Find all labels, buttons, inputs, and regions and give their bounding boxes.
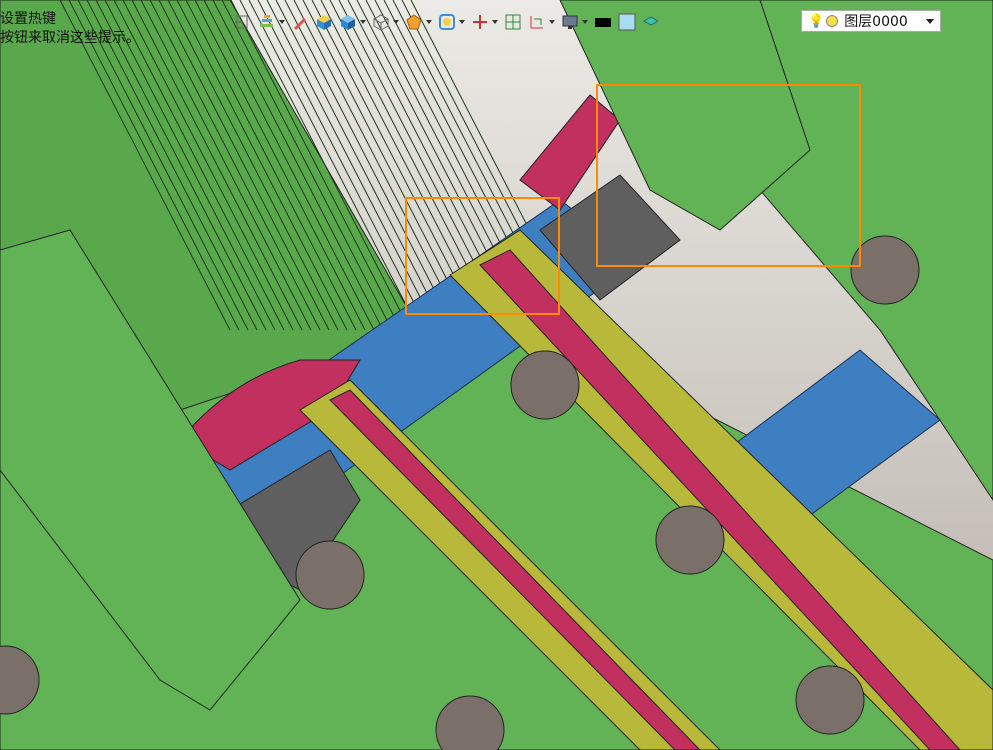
chevron-down-icon[interactable] [926, 19, 934, 24]
layer-stack-icon [260, 15, 273, 27]
toolbar-button-layer-stack[interactable] [256, 10, 287, 34]
mounting-hole[interactable] [510, 350, 580, 420]
hint-line: 按钮来取消这些提示。 [0, 30, 140, 46]
main-toolbar [232, 8, 662, 36]
chevron-down-icon[interactable] [279, 20, 285, 24]
hint-text: 设置热键 按钮来取消这些提示。 [0, 10, 140, 48]
toolbar-button-wireframe-cube[interactable] [370, 10, 401, 34]
shaded-cube-icon [317, 15, 331, 30]
toolbar-button-axis[interactable] [469, 10, 500, 34]
toolbar-button-shaded-cube[interactable] [313, 10, 335, 34]
lightbulb-icon[interactable]: 💡 [808, 14, 824, 29]
toolbar-button-view-target[interactable] [436, 10, 467, 34]
monitor-icon [562, 15, 578, 29]
color-lightblue-icon [618, 13, 636, 31]
chevron-down-icon[interactable] [459, 20, 465, 24]
grid-icon [505, 14, 521, 30]
toolbar-button-blue-cube[interactable] [337, 10, 368, 34]
view-target-icon [439, 14, 455, 30]
layer-select-value: 图层0000 [844, 14, 908, 30]
polygon-icon [406, 14, 422, 30]
mounting-hole[interactable] [795, 665, 865, 735]
toolbar-button-exit[interactable] [232, 10, 254, 34]
layer-status-icon[interactable] [826, 15, 839, 27]
toolbar-button-layers[interactable] [640, 10, 662, 34]
pencil-icon [294, 18, 306, 30]
hint-line: 设置热键 [0, 11, 56, 27]
axis-icon [473, 15, 487, 29]
chevron-down-icon[interactable] [360, 20, 366, 24]
wireframe-cube-icon [372, 14, 390, 31]
toolbar-button-grid[interactable] [502, 10, 524, 34]
chevron-down-icon[interactable] [492, 20, 498, 24]
toolbar-button-pencil[interactable] [289, 10, 311, 34]
dimension-icon [530, 16, 543, 29]
selection-box-2 [596, 84, 861, 267]
chevron-down-icon[interactable] [393, 20, 399, 24]
toolbar-button-dimension[interactable] [526, 10, 557, 34]
color-black-icon [595, 18, 611, 27]
exit-icon [235, 15, 248, 29]
chevron-down-icon[interactable] [426, 20, 432, 24]
layer-select[interactable]: 💡 图层0000 [801, 10, 941, 32]
toolbar-button-color-black[interactable] [592, 10, 614, 34]
mounting-hole[interactable] [655, 505, 725, 575]
chevron-down-icon[interactable] [549, 20, 555, 24]
selection-box-1 [405, 197, 560, 315]
mounting-hole[interactable] [850, 235, 920, 305]
layers-icon [642, 16, 660, 26]
toolbar-button-polygon[interactable] [403, 10, 434, 34]
chevron-down-icon[interactable] [582, 20, 588, 24]
mounting-hole[interactable] [295, 540, 365, 610]
toolbar-button-monitor[interactable] [559, 10, 590, 34]
toolbar-button-color-lightblue[interactable] [616, 10, 638, 34]
blue-cube-icon [341, 15, 355, 30]
